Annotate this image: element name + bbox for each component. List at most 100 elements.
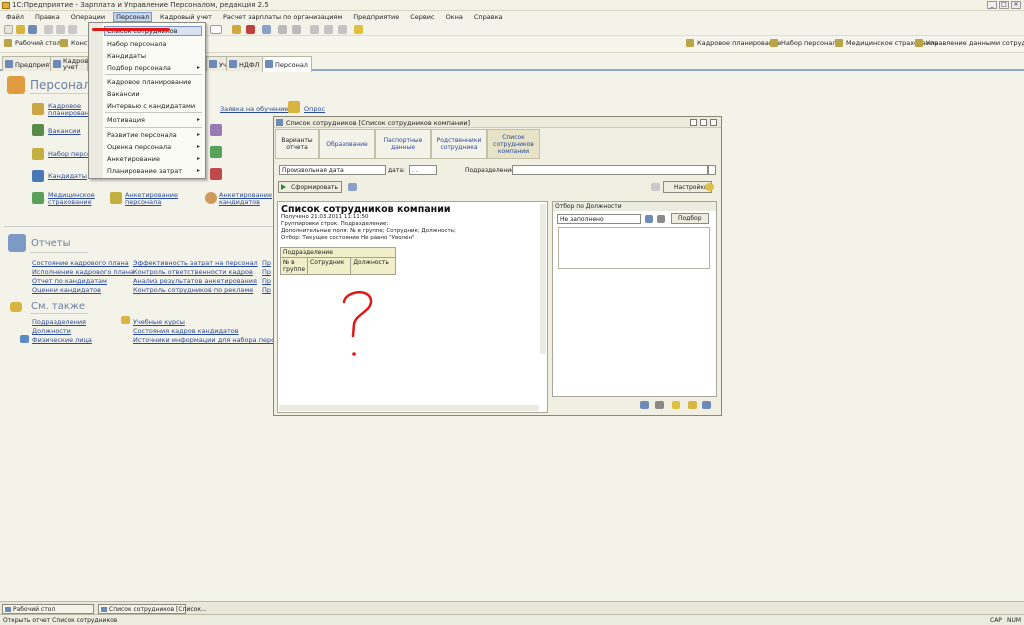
calendar-icon[interactable] [246,25,255,34]
tab-education[interactable]: Образование [319,129,375,159]
menu-help[interactable]: Справка [472,13,505,21]
dialog-close-button[interactable] [710,119,717,126]
open-icon[interactable] [16,25,25,34]
link-vacancies[interactable]: Вакансии [48,127,81,135]
report-link-extra-1[interactable]: Пр [262,259,271,267]
taskbar-employee-list[interactable]: Список сотрудников [Список... [98,604,207,614]
report-link-extra-4[interactable]: Пр [262,286,271,294]
taskbar-desktop[interactable]: Рабочий стол [2,604,94,614]
menu-item-cost-planning[interactable]: Планирование затрат [107,167,182,175]
tab-personnel[interactable]: Персонал [262,56,312,72]
tab-employee-list[interactable]: Список сотрудников компании [487,129,540,159]
report-link-candidates[interactable]: Отчет по кандидатам [32,277,107,285]
period-select[interactable]: Произвольная дата [279,165,386,175]
minimize-button[interactable]: _ [987,1,997,9]
filter-clear-icon[interactable] [645,215,653,223]
save-settings-icon[interactable] [702,401,711,409]
help-icon[interactable] [705,183,714,191]
report-link-ad-control[interactable]: Контроль сотрудников по рекламе [133,286,253,294]
menu-item-surveys[interactable]: Анкетирование [107,155,160,163]
report-link-candidate-marks[interactable]: Оценки кандидатов [32,286,101,294]
tab-report-variants[interactable]: Варианты отчета [275,129,319,159]
link-poll[interactable]: Опрос [304,105,325,113]
menu-edit[interactable]: Правка [33,13,62,21]
date-input[interactable]: . . [409,165,437,175]
menu-item-selection[interactable]: Подбор персонала [107,64,171,72]
hint-icon[interactable] [672,401,680,409]
tab-ndfl[interactable]: НДФЛ [226,56,264,71]
sort-icon[interactable] [640,401,649,409]
subdivision-input[interactable] [512,165,708,175]
report-link-responsibility[interactable]: Контроль ответственности кадров [133,268,253,276]
panel-toggle-icon[interactable] [651,183,660,191]
tab-passport[interactable]: Паспортные данные [375,129,431,159]
link-medical[interactable]: Медицинское страхование [48,192,95,206]
m-icon[interactable] [310,25,319,34]
link-candidate-survey[interactable]: Анкетирование кандидатов [219,192,272,206]
link-candidates[interactable]: Кандидаты [48,172,87,180]
report-spreadsheet[interactable]: Список сотрудников компании Получено 21.… [277,201,548,413]
report-vertical-scrollbar[interactable] [540,204,546,354]
folder-icon[interactable] [688,401,697,409]
tab-relatives[interactable]: Родственники сотрудника [431,129,487,159]
copy-icon[interactable] [56,25,65,34]
menu-item-assessment[interactable]: Оценка персонала [107,143,171,151]
maximize-button[interactable]: □ [999,1,1009,9]
filter-value-select[interactable]: Не заполнено [557,214,641,224]
seealso-link-departments[interactable]: Подразделения [32,318,86,326]
link-survey-staff[interactable]: Анкетирование персонала [125,192,185,206]
menu-item-candidates[interactable]: Кандидаты [107,52,146,60]
calculator-icon[interactable] [232,25,241,34]
menu-service[interactable]: Сервис [408,13,436,21]
hint-icon[interactable] [354,25,363,34]
generate-button[interactable]: Сформировать [278,181,342,193]
report-link-extra-2[interactable]: Пр [262,268,271,276]
tab-hr[interactable]: Кадровый учет [50,56,97,71]
menu-item-motivation[interactable]: Мотивация [107,116,145,124]
m-plus-icon[interactable] [324,25,333,34]
search-combo[interactable] [210,25,222,34]
menu-personnel[interactable]: Персонал [113,12,153,22]
report-horizontal-scrollbar[interactable] [279,405,539,411]
menu-enterprise[interactable]: Предприятие [351,13,401,21]
print-icon[interactable] [278,25,287,34]
menu-item-recruitment[interactable]: Набор персонала [107,40,166,48]
new-icon[interactable] [4,25,13,34]
save-icon[interactable] [28,25,37,34]
seealso-link-courses[interactable]: Учебные курсы [133,318,185,326]
paste-icon[interactable] [68,25,77,34]
subdivision-select-button[interactable] [708,165,716,175]
preview-icon[interactable] [292,25,301,34]
pick-button[interactable]: Подбор [671,213,709,224]
report-link-cost-efficiency[interactable]: Эффективность затрат на персонал [133,259,258,267]
help-icon[interactable] [262,25,271,34]
menu-item-hr-planning[interactable]: Кадровое планирование [107,78,191,86]
seealso-link-candidate-states[interactable]: Состояния кадров кандидатов [133,327,239,335]
dialog-maximize-button[interactable] [700,119,707,126]
menu-item-vacancies[interactable]: Вакансии [107,90,140,98]
variants-icon[interactable] [348,183,357,191]
link-hr-planning[interactable]: Кадровое планирование [48,103,97,117]
seealso-link-positions[interactable]: Должности [32,327,71,335]
table-icon[interactable] [655,401,664,409]
menu-operations[interactable]: Операции [69,13,107,21]
close-button[interactable]: × [1011,1,1021,9]
menu-hr[interactable]: Кадровый учет [158,13,214,21]
menu-item-development[interactable]: Развитие персонала [107,131,177,139]
seealso-link-persons[interactable]: Физические лица [32,336,92,344]
filter-listbox[interactable] [558,227,710,269]
menu-windows[interactable]: Окна [444,13,465,21]
cut-icon[interactable] [44,25,53,34]
report-link-survey-analysis[interactable]: Анализ результатов анкетирования [133,277,257,285]
menu-payroll[interactable]: Расчет зарплаты по организациям [221,13,344,21]
dialog-minimize-button[interactable] [690,119,697,126]
menu-file[interactable]: Файл [4,13,26,21]
report-link-extra-3[interactable]: Пр [262,277,271,285]
report-link-plan-exec[interactable]: Исполнение кадрового плана [32,268,134,276]
recruitment-button[interactable]: Набор персонала [770,39,840,47]
link-training-request[interactable]: Заявка на обучение [220,105,288,113]
filter-list-icon[interactable] [657,215,665,223]
desktop-button[interactable]: Рабочий стол [4,39,61,47]
hr-planning-button[interactable]: Кадровое планирование [686,39,781,47]
report-link-plan-state[interactable]: Состояние кадрового плана [32,259,129,267]
